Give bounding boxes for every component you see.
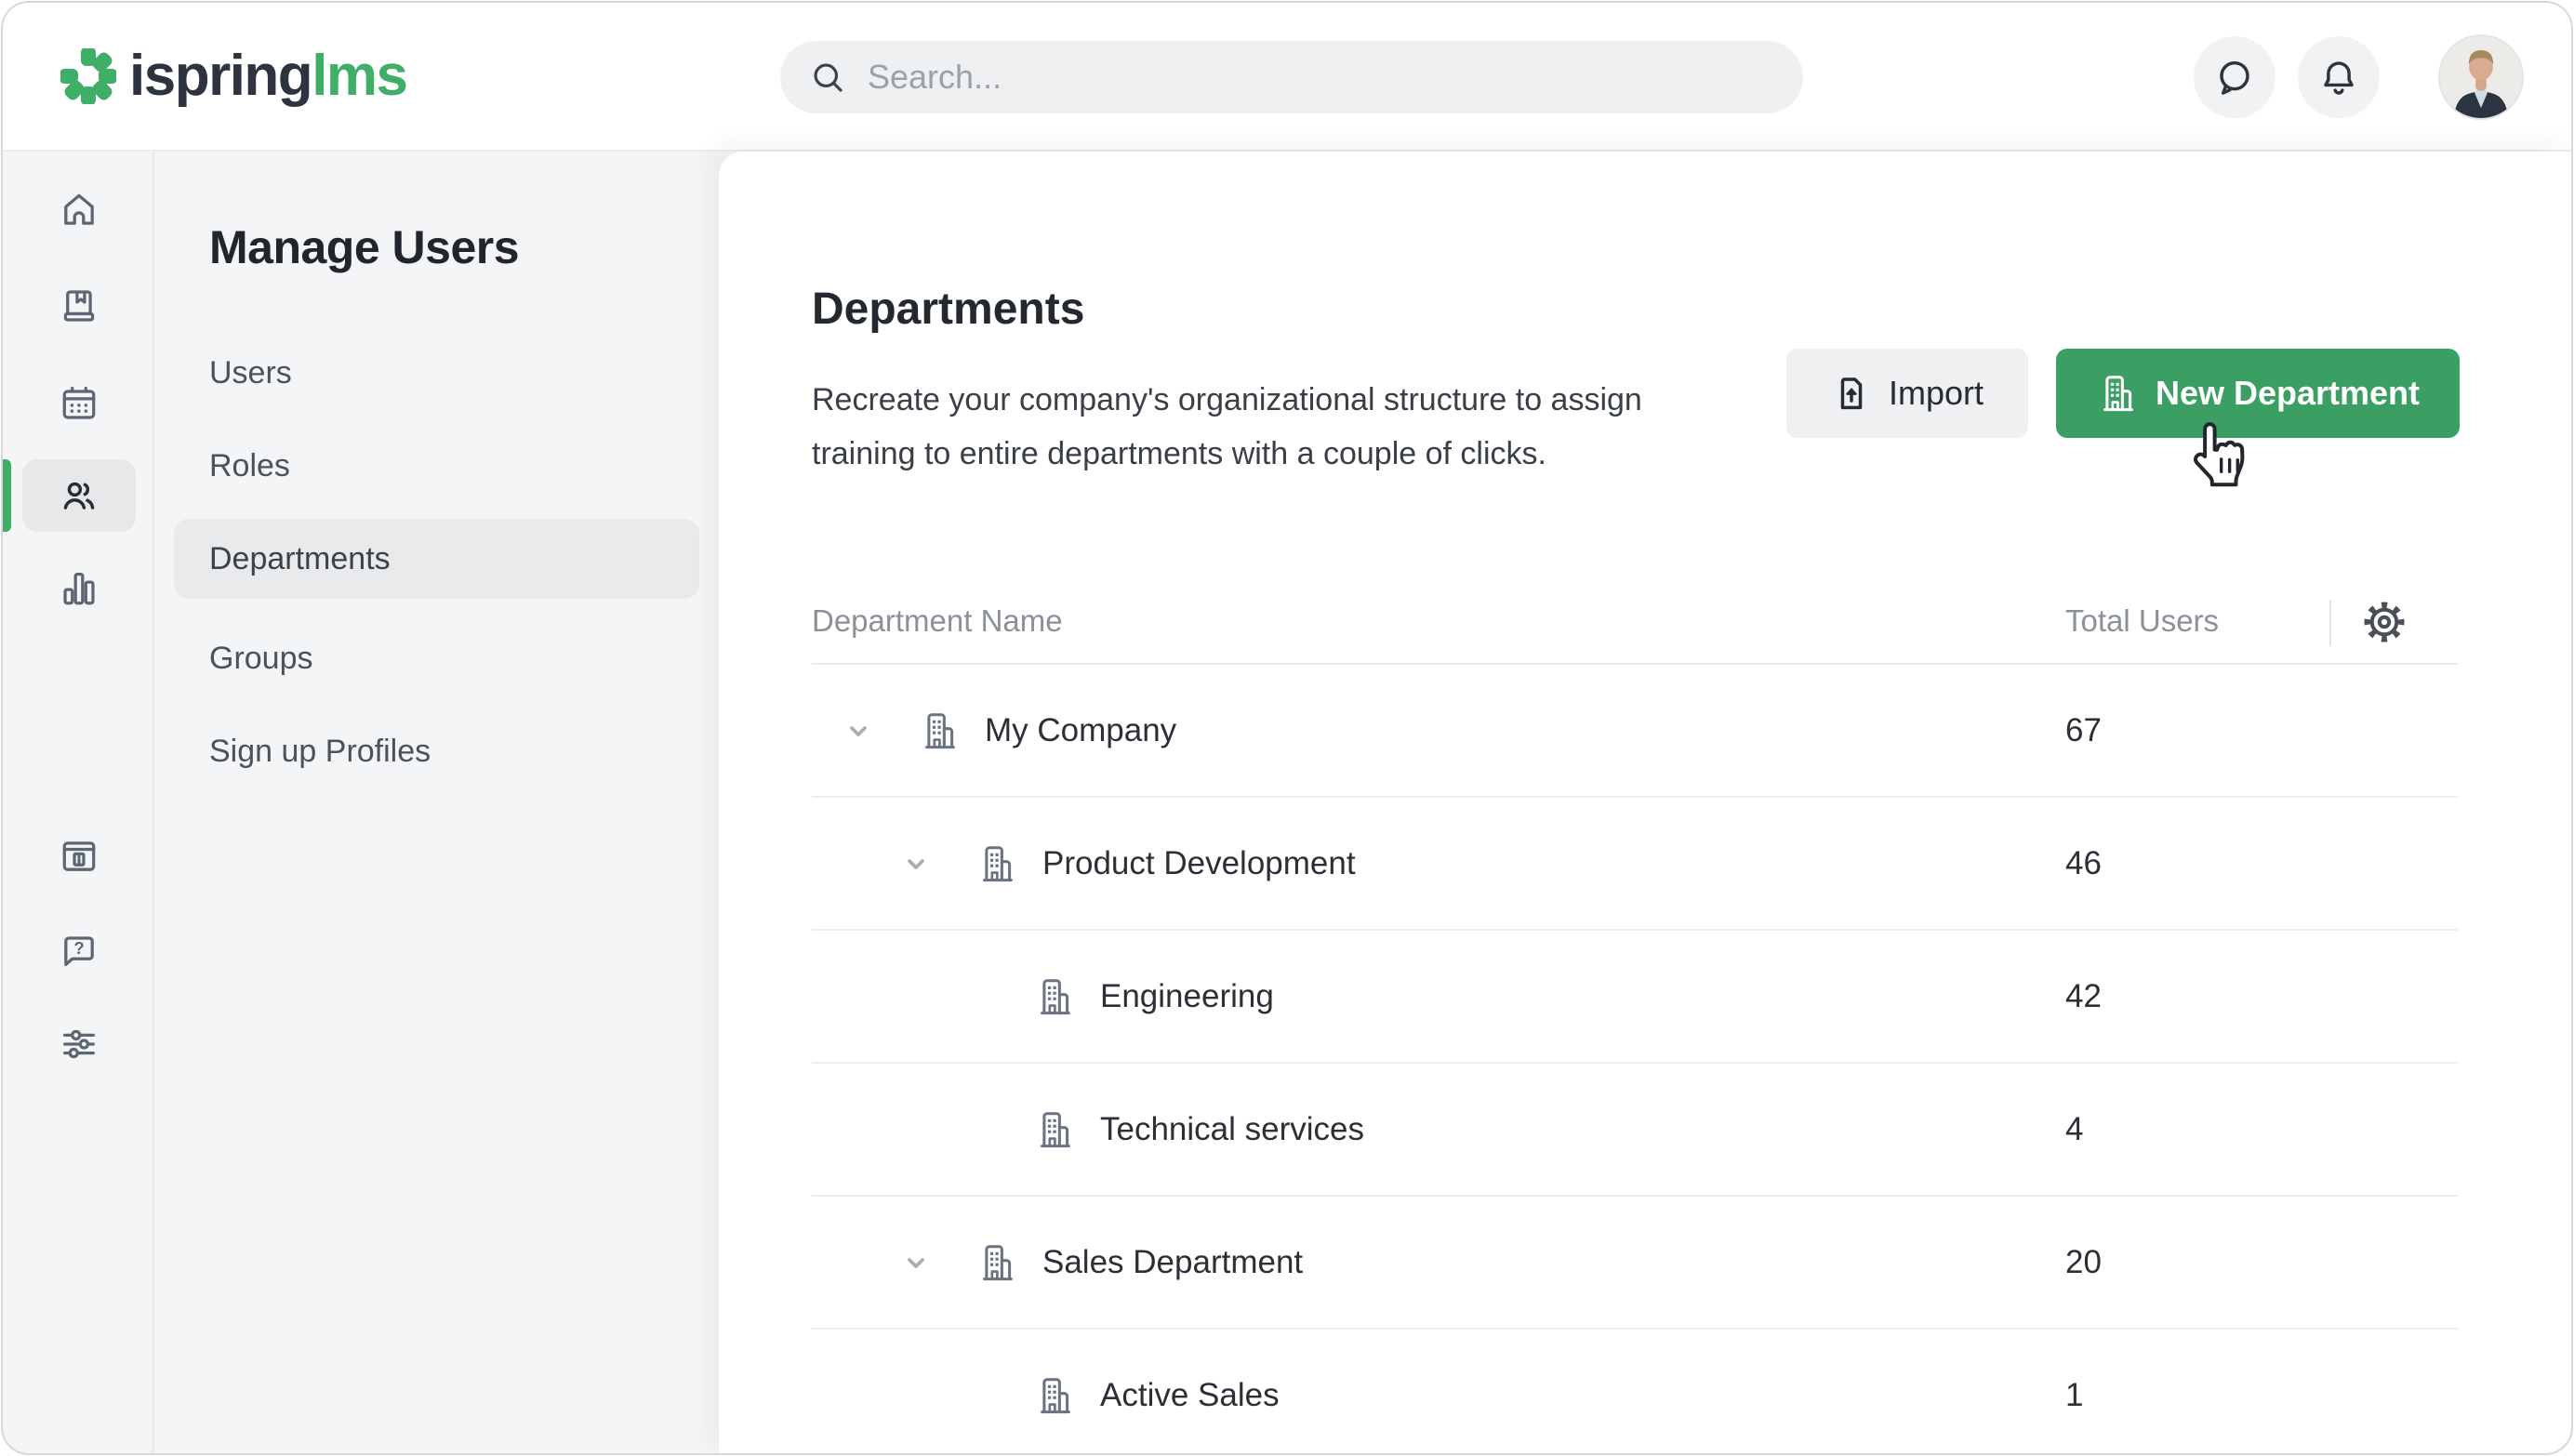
info-window-icon: [58, 835, 100, 878]
total-users-value: 67: [2065, 712, 2102, 749]
chat-bubble-icon: [2213, 56, 2256, 99]
sliders-icon: [58, 1023, 100, 1066]
logo-suffix-text: lms: [312, 44, 406, 108]
notifications-button[interactable]: [2298, 36, 2380, 118]
app-logo[interactable]: ispringlms: [60, 3, 407, 150]
import-upload-icon: [1831, 373, 1872, 414]
department-name: My Company: [985, 712, 1176, 749]
users-icon: [58, 474, 100, 517]
total-users-value: 1: [2065, 1377, 2083, 1414]
header-divider: [2329, 600, 2331, 646]
home-icon: [58, 188, 100, 231]
logo-wordmark: ispringlms: [129, 47, 407, 105]
messages-button[interactable]: [2194, 36, 2275, 118]
department-row-technical-services[interactable]: Technical services 4: [812, 1064, 2458, 1197]
department-name: Sales Department: [1042, 1244, 1303, 1281]
department-name: Engineering: [1100, 978, 1274, 1015]
sidebar-item-signup-profiles[interactable]: Sign up Profiles: [154, 705, 719, 798]
building-icon: [2096, 372, 2139, 415]
global-search: [780, 41, 1803, 113]
department-name: Active Sales: [1100, 1377, 1280, 1414]
manage-users-sidebar: Manage Users Users Roles Departments Gro…: [154, 152, 719, 1455]
total-users-value: 20: [2065, 1244, 2102, 1281]
page-description: Recreate your company's organizational s…: [812, 373, 1686, 481]
gear-icon: [2359, 597, 2409, 647]
search-icon: [808, 58, 847, 97]
body: ? Manage Users Users Roles Departments G…: [3, 152, 2571, 1455]
chevron-down-icon[interactable]: [896, 843, 936, 884]
help-bubble-icon: ?: [58, 930, 100, 973]
sidebar-item-users[interactable]: Users: [154, 326, 719, 419]
calendar-icon: [58, 382, 100, 425]
table-settings-button[interactable]: [2359, 597, 2409, 647]
top-header: ispringlms: [3, 3, 2571, 152]
sidebar-title: Manage Users: [209, 220, 519, 274]
department-row-my-company[interactable]: My Company 67: [812, 665, 2458, 798]
nav-courses-button[interactable]: [22, 270, 136, 342]
department-name: Product Development: [1042, 845, 1356, 882]
avatar-photo: [2440, 36, 2522, 118]
chevron-down-icon[interactable]: [838, 710, 879, 751]
sidebar-item-groups[interactable]: Groups: [154, 612, 719, 705]
building-icon: [975, 1241, 1018, 1284]
building-icon: [975, 842, 1018, 885]
total-users-value: 4: [2065, 1111, 2083, 1148]
sidebar-menu: Users Roles Departments Groups Sign up P…: [154, 326, 719, 798]
book-icon: [58, 285, 100, 327]
nav-users-button[interactable]: [22, 459, 136, 532]
column-header-department-name: Department Name: [812, 603, 1063, 639]
column-header-total-users: Total Users: [2065, 603, 2219, 639]
ispring-logo-icon: [60, 48, 116, 104]
new-department-button[interactable]: New Department: [2056, 349, 2460, 438]
building-icon: [918, 709, 961, 752]
app-window: ispringlms: [1, 1, 2573, 1455]
department-row-product-development[interactable]: Product Development 46: [812, 798, 2458, 931]
search-input[interactable]: [868, 58, 1775, 97]
bar-chart-icon: [58, 567, 100, 610]
nav-settings-button[interactable]: [22, 1008, 136, 1080]
import-button-label: Import: [1889, 374, 1984, 413]
building-icon: [1033, 1108, 1076, 1151]
nav-home-button[interactable]: [22, 173, 136, 245]
total-users-value: 46: [2065, 845, 2102, 882]
sidebar-item-departments[interactable]: Departments: [154, 519, 719, 612]
active-nav-indicator: [3, 459, 11, 532]
nav-calendar-button[interactable]: [22, 367, 136, 440]
new-department-button-label: New Department: [2156, 374, 2420, 413]
department-row-engineering[interactable]: Engineering 42: [812, 931, 2458, 1064]
logo-brand-text: ispring: [129, 44, 312, 108]
nav-help-button[interactable]: ?: [22, 915, 136, 987]
building-icon: [1033, 1374, 1076, 1417]
departments-panel: Departments Recreate your company's orga…: [719, 152, 2571, 1455]
nav-rail: ?: [3, 152, 154, 1455]
page-title: Departments: [812, 284, 1084, 335]
chevron-down-icon[interactable]: [896, 1242, 936, 1283]
bell-icon: [2317, 56, 2360, 99]
building-icon: [1033, 975, 1076, 1018]
department-name: Technical services: [1100, 1111, 1364, 1148]
department-row-sales-department[interactable]: Sales Department 20: [812, 1197, 2458, 1330]
user-avatar[interactable]: [2438, 34, 2524, 120]
total-users-value: 42: [2065, 978, 2102, 1015]
svg-text:?: ?: [73, 939, 84, 958]
import-button[interactable]: Import: [1786, 349, 2028, 438]
nav-info-button[interactable]: [22, 820, 136, 893]
sidebar-item-roles[interactable]: Roles: [154, 419, 719, 512]
department-row-active-sales[interactable]: Active Sales 1: [812, 1330, 2458, 1455]
departments-tree: My Company 67 Product Development 46 Eng…: [812, 665, 2458, 1455]
nav-reports-button[interactable]: [22, 552, 136, 625]
